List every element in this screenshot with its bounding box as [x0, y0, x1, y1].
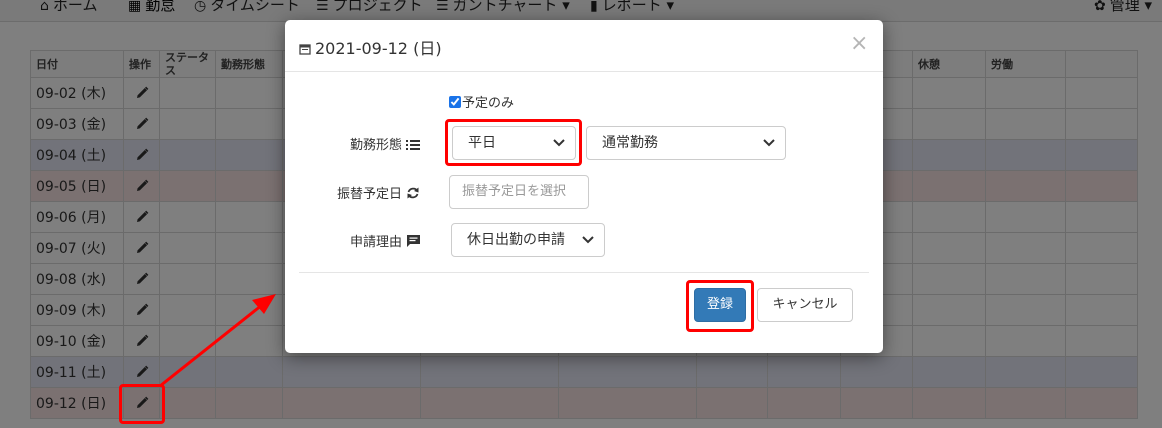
substitute-date-label: 振替予定日 — [325, 183, 421, 202]
close-icon[interactable]: × — [850, 31, 868, 56]
substitute-date-input[interactable]: 振替予定日を選択 — [449, 175, 589, 209]
work-pattern-select[interactable]: 通常勤務 — [586, 126, 786, 160]
annotation-highlight-register — [686, 280, 754, 332]
annotation-highlight-work-type — [445, 119, 582, 166]
modal-footer-divider — [299, 272, 869, 273]
cancel-button[interactable]: キャンセル — [757, 288, 853, 322]
annotation-highlight-edit — [119, 384, 165, 424]
chevron-down-icon — [763, 139, 775, 147]
reason-label: 申請理由 — [335, 231, 421, 250]
scheduled-only-checkbox[interactable] — [449, 96, 461, 108]
modal-header: 2021-09-12 (日) × — [285, 20, 883, 72]
work-type-label: 勤務形態 — [335, 134, 421, 153]
refresh-icon — [407, 187, 419, 199]
scheduled-only-checkbox-row[interactable]: 予定のみ — [449, 92, 514, 111]
calendar-icon — [299, 44, 311, 55]
scheduled-only-label: 予定のみ — [462, 96, 515, 111]
reason-select[interactable]: 休日出勤の申請 — [451, 223, 605, 257]
list-icon — [406, 140, 420, 150]
schedule-modal: 2021-09-12 (日) × 予定のみ 勤務形態 平日 通常勤務 振替予定日… — [285, 20, 883, 353]
chevron-down-icon — [582, 236, 594, 244]
modal-title: 2021-09-12 (日) — [299, 35, 442, 59]
comment-icon — [407, 235, 420, 247]
